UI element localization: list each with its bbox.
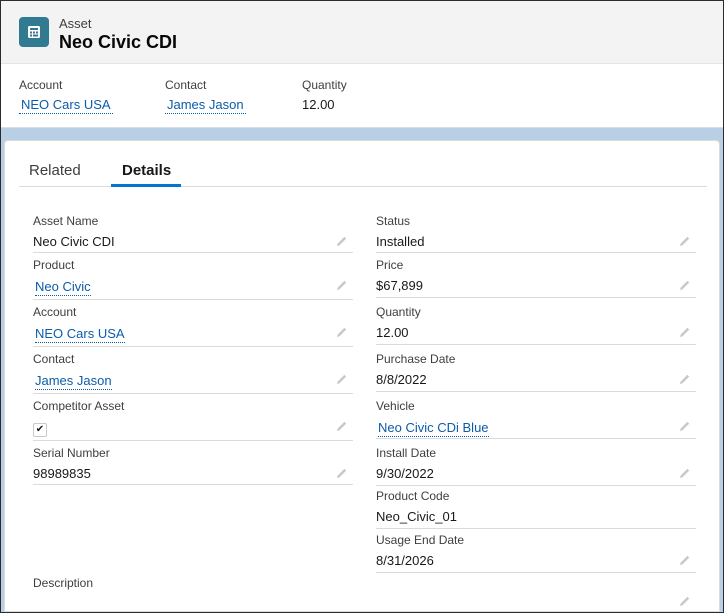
edit-pencil-icon[interactable] <box>678 594 692 608</box>
edit-pencil-icon[interactable] <box>678 419 692 433</box>
edit-pencil-icon[interactable] <box>678 466 692 480</box>
product-link[interactable]: Neo Civic <box>35 279 91 296</box>
highlight-quantity: Quantity 12.00 <box>302 78 347 114</box>
tab-details[interactable]: Details <box>122 162 171 179</box>
edit-pencil-icon[interactable] <box>335 278 349 292</box>
field-product-code: Product Code Neo_Civic_01 <box>376 489 696 529</box>
field-value: $67,899 <box>376 278 423 293</box>
field-label: Product <box>33 258 75 272</box>
quantity-value: 12.00 <box>302 97 335 112</box>
highlight-account: Account NEO Cars USA <box>19 78 113 114</box>
field-value: Installed <box>376 234 425 249</box>
asset-icon <box>19 17 49 47</box>
active-tab-indicator <box>111 184 181 187</box>
field-label: Description <box>33 576 94 590</box>
record-header: Asset Neo Civic CDI Account NEO Cars USA… <box>1 1 723 128</box>
edit-pencil-icon[interactable] <box>335 419 349 433</box>
edit-pencil-icon[interactable] <box>335 372 349 386</box>
edit-pencil-icon[interactable] <box>678 553 692 567</box>
field-price: Price $67,899 <box>376 258 696 298</box>
field-description: Description <box>33 576 696 612</box>
field-status: Status Installed <box>376 214 696 253</box>
tab-related[interactable]: Related <box>29 162 81 179</box>
vehicle-link[interactable]: Neo Civic CDi Blue <box>378 420 489 437</box>
field-value: 8/31/2026 <box>376 553 434 568</box>
field-value: Neo_Civic_01 <box>376 509 457 524</box>
field-value: Neo Civic CDI <box>33 234 115 249</box>
highlight-label: Contact <box>165 78 207 92</box>
field-label: Competitor Asset <box>33 399 125 413</box>
edit-pencil-icon[interactable] <box>678 372 692 386</box>
edit-pencil-icon[interactable] <box>335 234 349 248</box>
field-contact: Contact James Jason <box>33 352 353 394</box>
field-serial-number: Serial Number 98989835 <box>33 446 353 485</box>
edit-pencil-icon[interactable] <box>335 466 349 480</box>
field-product: Product Neo Civic <box>33 258 353 300</box>
edit-pencil-icon[interactable] <box>335 325 349 339</box>
field-label: Vehicle <box>376 399 415 413</box>
tab-bar: Related Details <box>19 141 707 187</box>
field-label: Usage End Date <box>376 533 465 547</box>
edit-pencil-icon[interactable] <box>678 234 692 248</box>
field-account: Account NEO Cars USA <box>33 305 353 347</box>
competitor-asset-checkbox[interactable]: ✔ <box>33 423 47 437</box>
record-title: Neo Civic CDI <box>59 32 178 52</box>
record-header-top: Asset Neo Civic CDI <box>1 1 723 64</box>
field-label: Price <box>376 258 404 272</box>
highlight-label: Quantity <box>302 78 347 92</box>
field-label: Serial Number <box>33 446 110 460</box>
field-label: Install Date <box>376 446 437 460</box>
account-link[interactable]: NEO Cars USA <box>35 326 125 343</box>
field-value: 9/30/2022 <box>376 466 434 481</box>
field-usage-end-date: Usage End Date 8/31/2026 <box>376 533 696 573</box>
field-asset-name: Asset Name Neo Civic CDI <box>33 214 353 253</box>
field-value: 8/8/2022 <box>376 372 427 387</box>
field-value: 98989835 <box>33 466 91 481</box>
contact-link[interactable]: James Jason <box>165 97 246 114</box>
edit-pencil-icon[interactable] <box>678 325 692 339</box>
field-install-date: Install Date 9/30/2022 <box>376 446 696 486</box>
field-label: Asset Name <box>33 214 99 228</box>
field-value: 12.00 <box>376 325 409 340</box>
field-competitor-asset: Competitor Asset ✔ <box>33 399 353 441</box>
account-link[interactable]: NEO Cars USA <box>19 97 113 114</box>
highlight-label: Account <box>19 78 63 92</box>
field-label: Account <box>33 305 77 319</box>
details-card: Related Details Asset Name Neo Civic CDI… <box>4 140 720 612</box>
object-type-label: Asset <box>59 16 92 31</box>
edit-pencil-icon[interactable] <box>678 278 692 292</box>
field-purchase-date: Purchase Date 8/8/2022 <box>376 352 696 392</box>
highlight-contact: Contact James Jason <box>165 78 246 114</box>
contact-link[interactable]: James Jason <box>35 373 112 390</box>
field-label: Product Code <box>376 489 450 503</box>
field-label: Quantity <box>376 305 421 319</box>
field-label: Contact <box>33 352 75 366</box>
field-label: Purchase Date <box>376 352 456 366</box>
field-quantity: Quantity 12.00 <box>376 305 696 345</box>
field-vehicle: Vehicle Neo Civic CDi Blue <box>376 399 696 439</box>
field-label: Status <box>376 214 411 228</box>
